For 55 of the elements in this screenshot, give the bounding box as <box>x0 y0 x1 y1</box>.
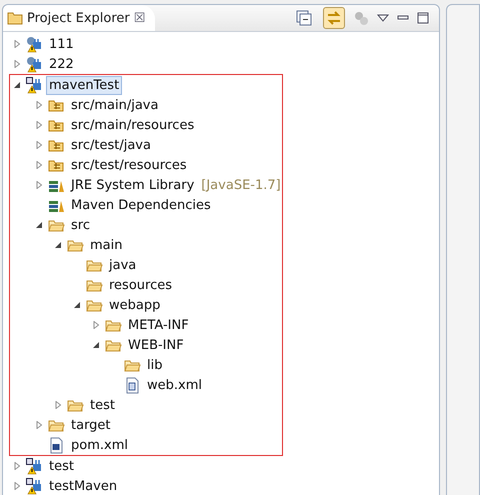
tree-item[interactable]: 222 <box>46 54 77 74</box>
close-button[interactable]: ☒ <box>134 10 146 26</box>
tree-item[interactable]: src <box>68 216 93 234</box>
tree-item[interactable]: src/main/resources <box>68 116 198 134</box>
collapsed-arrow-icon[interactable] <box>54 401 62 409</box>
view-title: Project Explorer <box>27 10 130 26</box>
link-editor-icon[interactable] <box>323 7 345 29</box>
collapsed-arrow-icon[interactable] <box>13 482 21 490</box>
tree-item[interactable]: src/test/resources <box>68 156 190 174</box>
maximize-icon[interactable] <box>417 12 429 24</box>
expanded-arrow-icon[interactable] <box>92 341 100 349</box>
tree-item[interactable]: JRE System Library <box>68 176 198 194</box>
tree-item[interactable]: resources <box>106 276 176 294</box>
collapsed-arrow-icon[interactable] <box>35 121 43 129</box>
folder-icon <box>7 10 23 26</box>
maven-file-icon <box>48 436 65 454</box>
dropdown-icon[interactable] <box>377 13 389 23</box>
tree-item[interactable]: webapp <box>106 296 164 314</box>
tree-item[interactable]: testMaven <box>46 476 120 495</box>
tree-item[interactable]: main <box>87 236 126 254</box>
maven-project-icon <box>26 76 43 94</box>
tree-item[interactable]: java <box>106 256 140 274</box>
project-icon <box>26 56 43 72</box>
expanded-arrow-icon[interactable] <box>54 241 62 249</box>
collapsed-arrow-icon[interactable] <box>35 161 43 169</box>
tree-item[interactable]: src/main/java <box>68 96 162 114</box>
maven-project-icon <box>26 478 43 494</box>
tree-item[interactable]: pom.xml <box>68 436 131 454</box>
collapsed-arrow-icon[interactable] <box>92 321 100 329</box>
project-icon <box>26 36 43 52</box>
tree-item[interactable]: META-INF <box>125 316 192 334</box>
collapsed-arrow-icon[interactable] <box>35 101 43 109</box>
collapsed-arrow-icon[interactable] <box>35 141 43 149</box>
tree-item[interactable]: web.xml <box>144 376 205 394</box>
tree-item[interactable]: Maven Dependencies <box>68 196 214 214</box>
tree-item[interactable]: test <box>46 456 77 476</box>
expanded-arrow-icon[interactable] <box>73 301 81 309</box>
collapsed-arrow-icon[interactable] <box>13 60 21 68</box>
tree-item[interactable]: test <box>87 396 118 414</box>
collapsed-arrow-icon[interactable] <box>35 421 43 429</box>
tree-item[interactable]: 111 <box>46 34 77 54</box>
xml-file-icon <box>124 376 141 394</box>
collapsed-arrow-icon[interactable] <box>35 181 43 189</box>
tree-item[interactable]: WEB-INF <box>125 336 187 354</box>
collapsed-arrow-icon[interactable] <box>13 40 21 48</box>
maven-project-icon <box>26 458 43 474</box>
collapsed-arrow-icon[interactable] <box>13 462 21 470</box>
item-decoration: [JavaSE-1.7] <box>201 178 281 192</box>
expanded-arrow-icon[interactable] <box>13 81 21 89</box>
view-tab[interactable]: Project Explorer ☒ <box>3 5 156 31</box>
tree-item[interactable]: src/test/java <box>68 136 154 154</box>
tree-item[interactable]: mavenTest <box>46 76 122 94</box>
tree-item[interactable]: lib <box>144 356 166 374</box>
tree-item[interactable]: target <box>68 416 114 434</box>
expanded-arrow-icon[interactable] <box>35 221 43 229</box>
